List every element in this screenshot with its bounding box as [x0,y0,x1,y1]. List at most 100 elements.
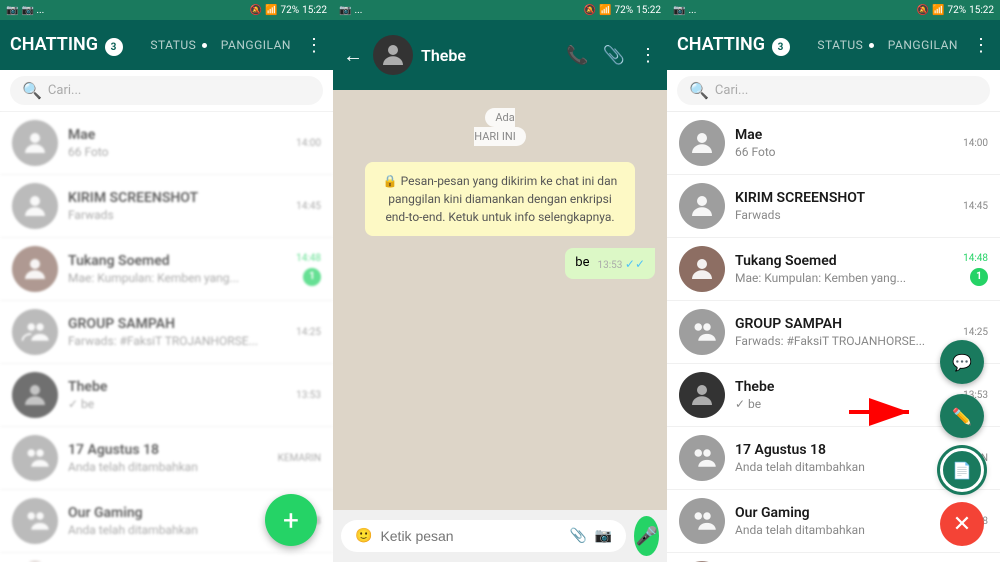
contact-info: Thebe [421,46,558,65]
chat-item-tukang[interactable]: Tukang Soemed Mae: Kumpulan: Kemben yang… [0,238,333,301]
chat-info-mae-r: Mae 66 Foto [735,127,953,159]
chat-info-agustus-r: 17 Agustus 18 Anda telah ditambahkan [735,442,935,474]
chat-meta-kirim-r: 14:45 [963,201,988,212]
camera-input-icon[interactable]: 📷 [595,528,612,544]
chat-info-thebe: Thebe ✓ be [68,379,286,411]
chat-header: ← Thebe 📞 📎 ⋮ [333,20,667,90]
contact-name: Thebe [421,46,558,65]
attach-icon[interactable]: 📎 [603,45,625,66]
chat-item-ibu[interactable]: nu bio lamili 15/06/18 [0,553,333,562]
chat-preview-tukang-r: Mae: Kumpulan: Kemben yang... [735,271,953,285]
tab-status-right[interactable]: STATUS [817,38,873,52]
chat-item-kirim[interactable]: KIRIM SCREENSHOT Farwads 14:45 [0,175,333,238]
tick-icon: ✓✓ [625,257,645,271]
left-panel: 📷 📷 ... 🔕 📶 72% 15:22 CHATTING 3 STATUS … [0,0,333,562]
camera-icon-mid: 📷 [339,5,351,16]
chat-preview-agustus-r: Anda telah ditambahkan [735,460,935,474]
wifi-icon-right: 📶 [932,5,944,16]
chat-item-ibu-r[interactable]: nu bio lamili 15/06/18 [667,553,1000,562]
chat-info-agustus: 17 Agustus 18 Anda telah ditambahkan [68,442,268,474]
chat-name-our-gaming-r: Our Gaming [735,505,936,521]
chat-name-mae-r: Mae [735,127,953,143]
chat-info-tukang: Tukang Soemed Mae: Kumpulan: Kemben yang… [68,253,286,285]
chat-time-kirim: 14:45 [296,201,321,212]
attach-input-icon[interactable]: 📎 [569,528,586,544]
avatar-tukang [12,246,58,292]
chat-name-thebe-r: Thebe [735,379,953,395]
chat-item-tukang-r[interactable]: Tukang Soemed Mae: Kumpulan: Kemben yang… [667,238,1000,301]
fab-close-button[interactable]: ✕ [940,502,984,546]
tab-panggilan-left[interactable]: PANGGILAN [221,38,291,52]
call-icon[interactable]: 📞 [566,45,588,66]
chat-time-thebe: 13:53 [296,390,321,401]
status-bar-right-left: 📷 ... [673,5,696,16]
fab-menu-item-chat: 💬 [940,340,984,384]
back-button[interactable]: ← [343,43,363,68]
avatar-mae [12,120,58,166]
time-text: 15:22 [302,5,327,16]
chat-info-kirim-r: KIRIM SCREENSHOT Farwads [735,190,953,222]
fab-pencil-button[interactable]: ✏️ [940,394,984,438]
chat-preview-mae: 66 Foto [68,145,286,159]
chat-info-our-gaming-r: Our Gaming Anda telah ditambahkan [735,505,936,537]
contact-avatar[interactable] [373,35,413,75]
chat-meta-agustus: KEMARIN [278,453,321,464]
search-field-left[interactable]: 🔍 Cari... [10,76,323,105]
chat-name-agustus: 17 Agustus 18 [68,442,268,458]
input-bar: 🙂 📎 📷 🎤 [333,510,667,562]
new-chat-fab-left[interactable]: + [265,494,317,546]
chat-time-mae-r: 14:00 [963,138,988,149]
chat-info-our-gaming: Our Gaming Anda telah ditambahkan [68,505,269,537]
time-right: 15:22 [969,5,994,16]
tab-panggilan-right[interactable]: PANGGILAN [888,38,958,52]
avatar-agustus [12,435,58,481]
fab-doc-button[interactable]: 📄 [940,448,984,492]
chat-name-group-sampah: GROUP SAMPAH [68,316,286,332]
emoji-icon[interactable]: 🙂 [355,528,372,544]
chat-item-thebe[interactable]: Thebe ✓ be 13:53 [0,364,333,427]
app-title-right: CHATTING 3 [677,34,811,57]
chat-item-mae-r[interactable]: Mae 66 Foto 14:00 [667,112,1000,175]
chat-item-agustus[interactable]: 17 Agustus 18 Anda telah ditambahkan KEM… [0,427,333,490]
chat-name-thebe: Thebe [68,379,286,395]
chat-name-kirim: KIRIM SCREENSHOT [68,190,286,206]
wifi-icon-mid: 📶 [599,5,611,16]
chat-meta-kirim: 14:45 [296,201,321,212]
status-right-icons: ... [688,5,696,16]
mic-button[interactable]: 🎤 [634,516,659,556]
system-message[interactable]: 🔒 Pesan-pesan yang dikirim ke chat ini d… [365,162,635,236]
tab-status-left[interactable]: STATUS [150,38,206,52]
chat-item-group-sampah[interactable]: GROUP SAMPAH Farwads: #FaksiT TROJANHORS… [0,301,333,364]
message-input[interactable] [380,528,561,544]
battery-right: 72% [948,5,967,16]
chat-action-icons: 📞 📎 ⋮ [566,45,657,66]
search-bar-right: 🔍 Cari... [667,70,1000,112]
status-bar-middle-right: 🔕 📶 72% 15:22 [584,5,661,16]
right-panel: 📷 ... 🔕 📶 72% 15:22 CHATTING 3 STATUS PA… [667,0,1000,562]
search-field-right[interactable]: 🔍 Cari... [677,76,990,105]
chat-item-kirim-r[interactable]: KIRIM SCREENSHOT Farwads 14:45 [667,175,1000,238]
chat-preview-agustus: Anda telah ditambahkan [68,460,268,474]
search-placeholder-right: Cari... [715,83,748,98]
unread-count-tukang-r: 1 [970,268,988,286]
chat-time-mae: 14:00 [296,138,321,149]
chat-item-mae[interactable]: Mae 66 Foto 14:00 [0,112,333,175]
chat-preview-kirim-r: Farwads [735,208,953,222]
more-icon-mid[interactable]: ⋮ [639,45,657,66]
status-bar-left: 📷 📷 ... 🔕 📶 72% 15:22 [0,0,333,20]
day-label-text: AdaHARI INI [474,108,525,146]
more-icon-right[interactable]: ⋮ [972,35,990,56]
search-icon-right: 🔍 [689,81,709,100]
battery-mid: 72% [615,5,634,16]
message-input-wrapper[interactable]: 🙂 📎 📷 [341,520,626,552]
fab-chat-button[interactable]: 💬 [940,340,984,384]
avatar-thebe [12,372,58,418]
chat-meta-tukang-r: 14:48 1 [963,253,988,286]
more-icon-left[interactable]: ⋮ [305,35,323,56]
avatar-group-sampah-r [679,309,725,355]
chat-time-kirim-r: 14:45 [963,201,988,212]
camera-icon: 📷 [6,5,18,16]
status-bar-right: 📷 ... 🔕 📶 72% 15:22 [667,0,1000,20]
day-label: AdaHARI INI [345,106,655,144]
app-header-right: CHATTING 3 STATUS PANGGILAN ⋮ [667,20,1000,70]
